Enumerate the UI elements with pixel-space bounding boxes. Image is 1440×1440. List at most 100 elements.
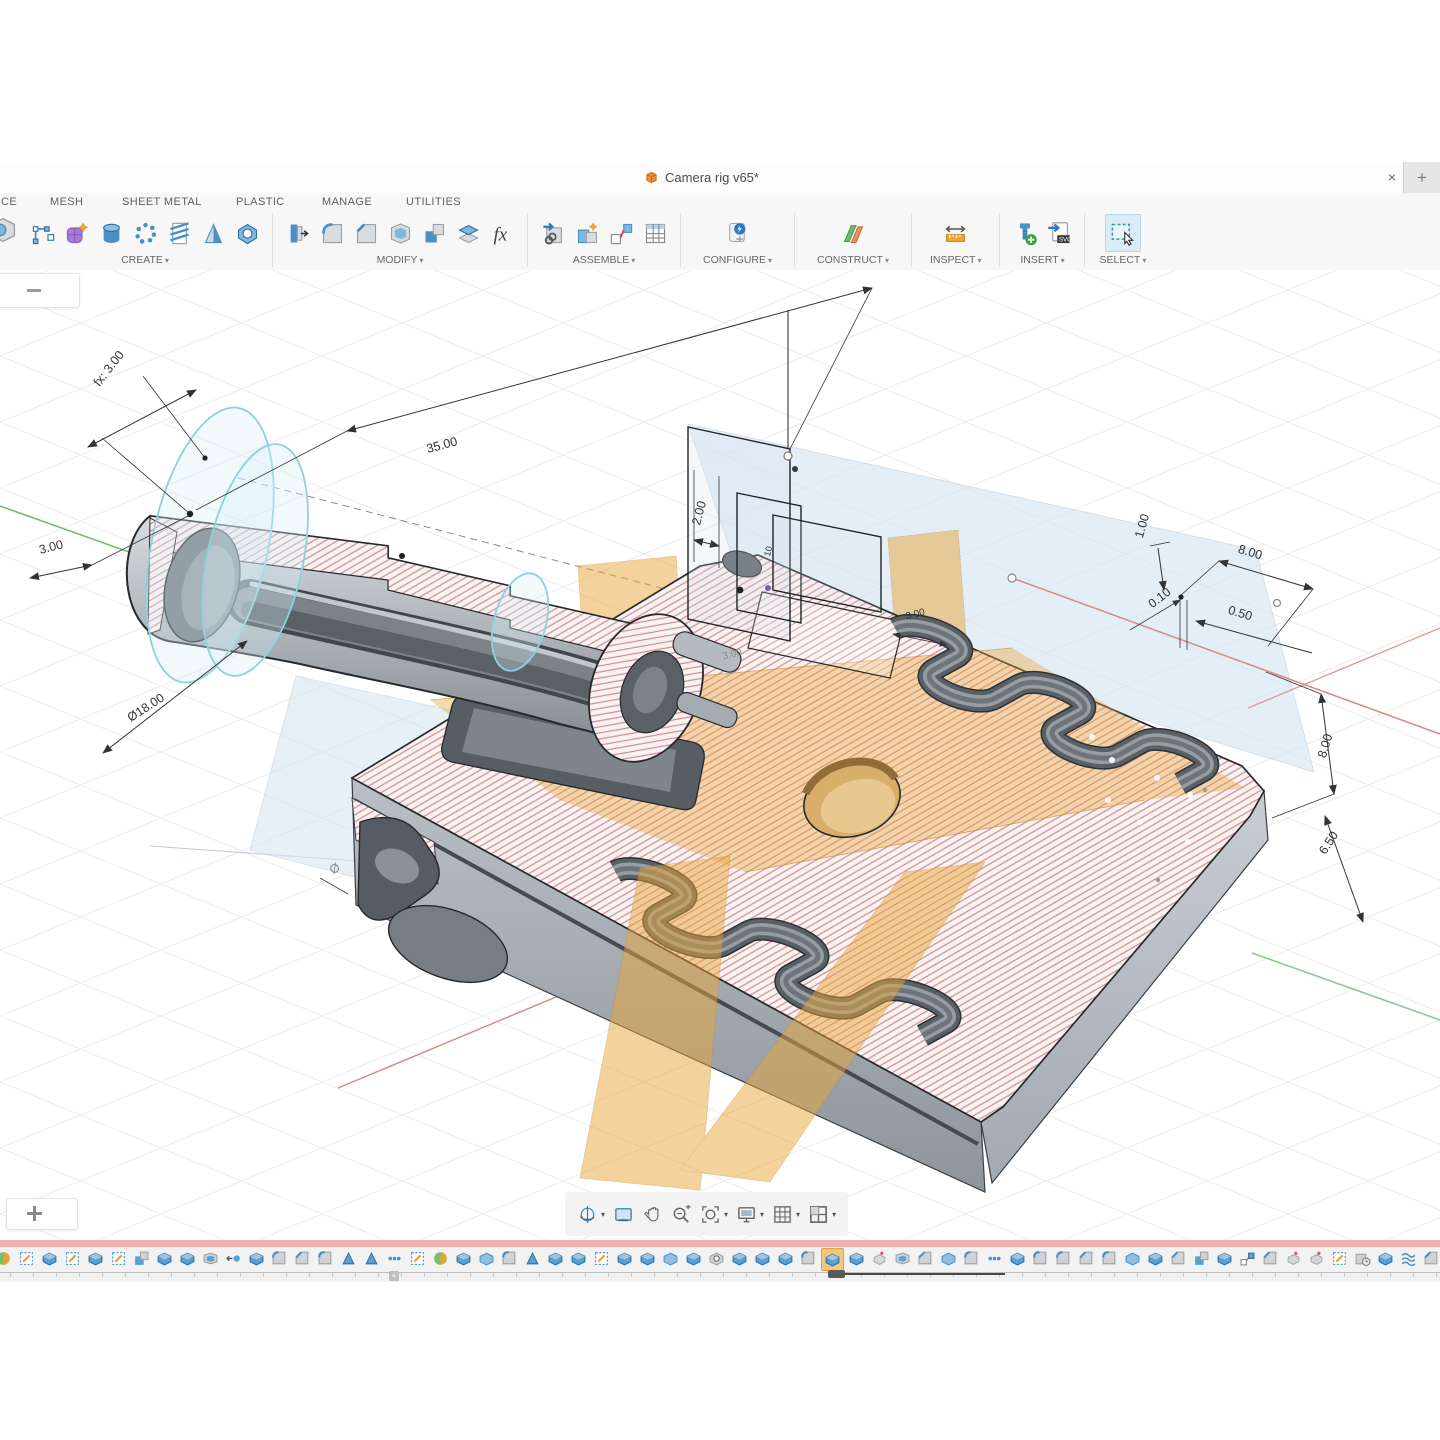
timeline-feature-ext[interactable] [85,1248,106,1269]
pan-icon[interactable] [642,1204,663,1225]
timeline-feature-fil[interactable] [315,1248,336,1269]
fastener-icon[interactable] [1008,215,1042,251]
timeline-feature-mir[interactable] [223,1248,244,1269]
timeline-feature-shl[interactable] [200,1248,221,1269]
timeline-feature-sk[interactable] [108,1248,129,1269]
grid-settings-icon[interactable]: ▾ [772,1204,800,1225]
timeline-feature-sk[interactable] [62,1248,83,1269]
timeline-group-handle[interactable]: + [389,1271,399,1281]
timeline-feature-ext[interactable] [177,1248,198,1269]
group-label-configure[interactable]: CONFIGURE▾ [703,254,772,266]
insert-svg-icon[interactable]: SVG [1042,215,1076,251]
timeline-feature-cmb[interactable] [1191,1248,1212,1269]
timeline-feature-ext[interactable] [729,1248,750,1269]
model-canvas[interactable]: fx: 3.00 3.00 35.00 Ø18.00 2.00 10 3.00 … [0,270,1440,1241]
cylinder-icon[interactable] [94,215,128,251]
timeline-feature-fil[interactable] [961,1248,982,1269]
panel-expand-button[interactable] [6,1198,78,1230]
timeline-feature-box[interactable] [660,1248,681,1269]
tab-sheet-metal[interactable]: SHEET METAL [122,196,202,208]
timeline-feature-tri[interactable] [361,1248,382,1269]
timeline-feature-pat[interactable] [384,1248,405,1269]
3d-viewport[interactable]: fx: 3.00 3.00 35.00 Ø18.00 2.00 10 3.00 … [0,270,1440,1241]
timeline-feature-ext[interactable] [246,1248,267,1269]
timeline-feature-ext[interactable] [821,1248,844,1271]
sketch-icon[interactable] [26,215,60,251]
timeline-position-marker[interactable] [828,1270,845,1278]
viewports-icon[interactable]: ▾ [808,1204,836,1225]
timeline-feature-fil[interactable] [1030,1248,1051,1269]
shell-icon[interactable] [383,215,417,251]
timeline-feature-ext[interactable] [545,1248,566,1269]
tab-manage[interactable]: MANAGE [322,196,372,208]
timeline-feature-joi[interactable] [1237,1248,1258,1269]
timeline-scrollbar[interactable] [0,1240,1440,1247]
timeline-feature-app[interactable] [1352,1248,1373,1269]
timeline-feature-cha[interactable] [1076,1248,1097,1269]
timeline-feature-cha[interactable] [915,1248,936,1269]
timeline-feature-tri[interactable] [338,1248,359,1269]
timeline-feature-fil[interactable] [269,1248,290,1269]
group-label-select[interactable]: SELECT▾ [1099,254,1146,266]
timeline-feature-frm[interactable] [0,1248,14,1269]
timeline-feature-err[interactable]: * [869,1248,890,1269]
insert-component-icon[interactable] [536,215,570,251]
timeline-feature-hole[interactable] [706,1248,727,1269]
timeline-feature-ext[interactable] [39,1248,60,1269]
group-label-create[interactable]: CREATE▾ [121,254,169,266]
configuration-icon[interactable] [721,215,755,251]
timeline-feature-ext[interactable] [846,1248,867,1269]
pattern-icon[interactable] [128,215,162,251]
timeline-feature-err[interactable]: * [1306,1248,1327,1269]
timeline-feature-ext[interactable] [453,1248,474,1269]
new-component-icon[interactable] [570,215,604,251]
select-window-icon[interactable] [1105,214,1141,252]
timeline-feature-tri[interactable] [522,1248,543,1269]
timeline-feature-ext[interactable] [1214,1248,1235,1269]
close-tab-icon[interactable]: × [1384,169,1400,185]
browser-collapse-chip[interactable] [0,273,80,308]
group-label-assemble[interactable]: ASSEMBLE▾ [573,254,636,266]
tab-plastic[interactable]: PLASTIC [236,196,285,208]
timeline-feature-box[interactable] [938,1248,959,1269]
timeline-feature-box[interactable] [1122,1248,1143,1269]
tab-mesh[interactable]: MESH [50,196,83,208]
timeline-feature-fil[interactable] [1053,1248,1074,1269]
group-label-construct[interactable]: CONSTRUCT▾ [817,254,889,266]
timeline-feature-ext[interactable] [154,1248,175,1269]
timeline-feature-ext[interactable] [1007,1248,1028,1269]
tab-utilities[interactable]: UTILITIES [406,196,461,208]
press-pull-icon[interactable] [281,215,315,251]
timeline-feature-coil[interactable] [1398,1248,1419,1269]
group-label-modify[interactable]: MODIFY▾ [377,254,424,266]
measure-icon[interactable] [939,215,973,251]
bom-table-icon[interactable] [638,215,672,251]
timeline-feature-ext[interactable] [1375,1248,1396,1269]
document-tab[interactable]: Camera rig v65* [0,162,1404,192]
timeline-feature-fil[interactable] [1099,1248,1120,1269]
combine-icon[interactable] [417,215,451,251]
orbit-icon[interactable]: ▾ [577,1204,605,1225]
coil-icon[interactable] [162,215,196,251]
timeline-feature-ext[interactable] [637,1248,658,1269]
timeline-feature-ext[interactable] [683,1248,704,1269]
revolve-icon[interactable] [196,215,230,251]
form-icon[interactable] [60,215,94,251]
timeline-feature-cha[interactable] [1260,1248,1281,1269]
timeline-feature-ext[interactable] [1145,1248,1166,1269]
timeline-feature-ext[interactable] [775,1248,796,1269]
chamfer-icon[interactable] [349,215,383,251]
group-label-inspect[interactable]: INSPECT▾ [930,254,982,266]
parameters-icon[interactable]: fx [485,215,519,251]
timeline-feature-frm[interactable] [430,1248,451,1269]
timeline-feature-cha[interactable] [1168,1248,1189,1269]
new-tab-button[interactable]: + [1403,162,1440,193]
timeline-feature-pat[interactable] [984,1248,1005,1269]
display-settings-icon[interactable]: ▾ [736,1204,764,1225]
construction-plane-icon[interactable] [836,215,870,251]
timeline-feature-cha[interactable] [292,1248,313,1269]
timeline-feature-sk[interactable] [591,1248,612,1269]
timeline-feature-shl[interactable] [892,1248,913,1269]
timeline-feature-ext[interactable] [752,1248,773,1269]
timeline-feature-ext[interactable] [614,1248,635,1269]
